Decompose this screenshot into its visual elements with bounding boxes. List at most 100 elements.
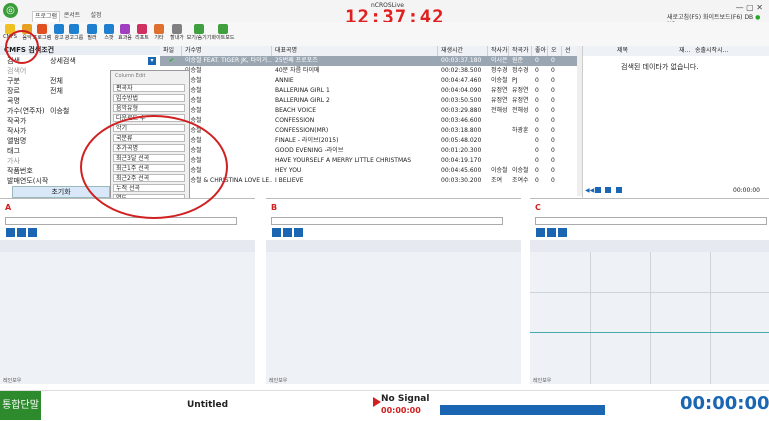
toolbar-button-10[interactable]: 할내가 (170, 24, 184, 41)
table-header[interactable]: 좋아요 (532, 46, 548, 64)
table-row[interactable]: 이승철 BALLERINA GIRL 1 00:04:04.090 유정연 유정연 0 0 (160, 86, 580, 96)
toolbar-icon (172, 24, 182, 34)
play-icon[interactable] (6, 228, 15, 237)
app-logo-icon[interactable]: ◎ (3, 3, 18, 18)
table-cell: CONFESSION (275, 117, 315, 124)
toolbar-icon (104, 24, 114, 34)
table-cell: 0 (551, 97, 555, 104)
table-cell: 0 (535, 57, 539, 64)
search-value[interactable]: 전체 (50, 76, 63, 86)
search-value[interactable]: 전체 (50, 86, 63, 96)
right-panel: 제목 재... 송출시작시... 검색된 데이타가 없습니다. ◀◀ 00:00… (582, 46, 769, 198)
column-option[interactable]: 음악유형 (113, 104, 185, 112)
stop-icon[interactable] (615, 187, 622, 193)
column-option[interactable]: 입수방법 (113, 94, 185, 102)
table-cell: 0 (535, 87, 539, 94)
table-cell: 이승철 (491, 77, 508, 84)
table-cell: 40분 자름 타이메 (275, 67, 320, 74)
stop-icon[interactable] (294, 228, 303, 237)
check-icon: ✔ (169, 57, 175, 64)
table-cell (509, 116, 532, 126)
player-controls (272, 228, 305, 237)
table-cell: FINALE - 라이브(2015) (275, 137, 339, 144)
col-status-header[interactable]: 송출시작시... (695, 46, 729, 56)
refresh-link[interactable]: 새로고침(F5) (667, 14, 701, 21)
pause-icon[interactable] (605, 187, 612, 193)
table-cell: HAVE YOURSELF A MERRY LITTLE CHRISTMAS (275, 157, 412, 164)
pause-icon[interactable] (283, 228, 292, 237)
dropdown-arrow-icon[interactable]: ▾ (148, 57, 156, 65)
table-header[interactable]: 작사가 (488, 46, 509, 56)
table-cell: 유정연 (491, 87, 508, 94)
table-cell: I BELIEVE (275, 177, 304, 184)
play-icon[interactable] (536, 228, 545, 237)
table-header[interactable]: 작곡가 (509, 46, 532, 56)
table-cell: 0 (535, 147, 539, 154)
table-cell: 이승철 (185, 107, 202, 114)
table-cell: 00:04:45.600 (441, 167, 482, 174)
table-cell: GOOD EVENING -라이브 (275, 147, 344, 154)
table-cell: 0 (551, 67, 555, 74)
col-artist-header[interactable]: 재... (679, 46, 691, 56)
table-header[interactable]: 대표곡명 (272, 46, 438, 56)
col-title-header[interactable]: 제목 (617, 46, 629, 56)
table-row[interactable]: 이승철 FINALE - 라이브(2015) 00:05:48.020 0 0 (160, 136, 580, 146)
toolbar-button-12[interactable]: 화이트보드 (211, 24, 235, 41)
table-row[interactable]: ✔ 이승철 FEAT. TIGER JK, 타이거... 25번째 프로포즈 00:0… (160, 56, 580, 66)
search-value[interactable]: 상세검색 (50, 56, 76, 66)
player-label: A (5, 203, 12, 212)
play-icon[interactable] (272, 228, 281, 237)
grid-line (710, 252, 711, 384)
table-cell (509, 146, 532, 156)
pause-icon[interactable] (17, 228, 26, 237)
table-header[interactable]: 오늘 (548, 46, 562, 64)
toolbar-button-11[interactable]: 보기/숨기기 (187, 24, 211, 41)
table-cell: CONFESSION(MR) (275, 127, 329, 134)
stop-icon[interactable] (558, 228, 567, 237)
rewind-icon[interactable]: ◀◀ (585, 187, 594, 194)
player-progress[interactable] (5, 217, 237, 225)
table-cell: 0 (551, 167, 555, 174)
stop-icon[interactable] (28, 228, 37, 237)
right-time: 00:00:00 (733, 187, 760, 194)
table-row[interactable]: 이승철 40분 자름 타이메 00:02:38.500 정수경 정수경 0 0 (160, 66, 580, 76)
table-cell: BEACH VOICE (275, 107, 316, 114)
tab-concert[interactable]: 콘서트 (60, 11, 84, 21)
table-cell: 00:04:47.460 (441, 77, 482, 84)
table-cell (488, 116, 509, 126)
search-value[interactable]: 이승철 (50, 106, 69, 116)
player-progress[interactable] (535, 217, 767, 225)
table-row[interactable]: 이승철 BEACH VOICE 00:03:29.880 전해성 전해성 0 0 (160, 106, 580, 116)
empty-message: 검색된 데이타가 없습니다. (621, 63, 699, 71)
table-row[interactable]: 이승철 ANNIE 00:04:47.460 이승철 PJ 0 0 (160, 76, 580, 86)
table-cell: 00:03:46.600 (441, 117, 482, 124)
unified-terminal-button[interactable]: 통합단말 (0, 391, 41, 420)
whiteboard-link[interactable]: 화이트보드(F6) (703, 14, 743, 21)
tab-program[interactable]: 프로그램 (32, 11, 60, 22)
table-row[interactable]: 이승철 CONFESSION 00:03:46.600 0 0 (160, 116, 580, 126)
table-row[interactable]: 이승철 BALLERINA GIRL 2 00:03:50.500 유정연 유정연 0 0 (160, 96, 580, 106)
player-strip (0, 240, 255, 252)
table-cell: 0 (535, 137, 539, 144)
table-cell: 0 (535, 97, 539, 104)
search-key: 곡명 (7, 97, 20, 105)
table-cell: 00:03:18.800 (441, 127, 482, 134)
table-header[interactable]: 가수명 (182, 46, 272, 56)
table-header[interactable]: 파일 (160, 46, 182, 56)
column-option[interactable]: 편곡자 (113, 84, 185, 92)
table-cell: 이승철 (491, 167, 508, 174)
play-icon[interactable] (595, 187, 602, 193)
tab-settings[interactable]: 설정 (86, 11, 106, 21)
search-key: 앨범명 (7, 137, 27, 145)
table-row[interactable]: 이승철 CONFESSION(MR) 00:03:18.800 하광훈 0 0 (160, 126, 580, 136)
window-controls[interactable]: — ▢ ✕ (736, 3, 763, 12)
table-cell: 0 (535, 177, 539, 184)
player-footer: 레인보우 (533, 378, 552, 384)
player-progress[interactable] (271, 217, 503, 225)
table-header[interactable]: 재생시간 (438, 46, 488, 56)
table-cell: PJ (512, 77, 518, 84)
pause-icon[interactable] (547, 228, 556, 237)
player-body (530, 252, 769, 384)
table-cell: 0 (551, 57, 555, 64)
table-cell: 0 (535, 117, 539, 124)
